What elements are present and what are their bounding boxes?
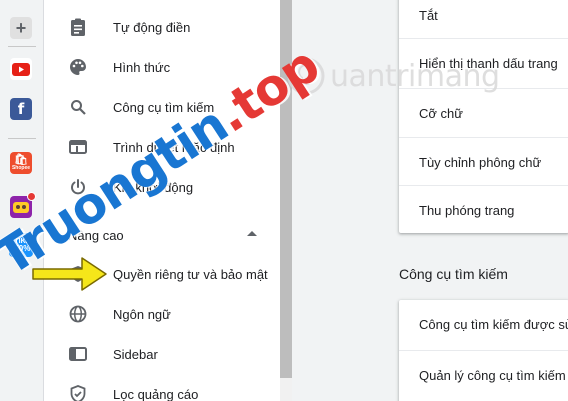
menu-item-ad-block[interactable]: Lọc quảng cáo (44, 374, 280, 401)
row-label: Công cụ tìm kiếm được sử (419, 317, 568, 332)
extension-sidebar-strip: + f 🛍 Shopee TIKI -50% (0, 0, 44, 401)
menu-item-languages[interactable]: Ngôn ngữ (44, 294, 280, 334)
menu-item-label: Sidebar (113, 346, 158, 362)
browser-window-icon (68, 137, 88, 157)
search-engine-card: Công cụ tìm kiếm được sử Quản lý công cụ… (399, 300, 568, 401)
settings-row[interactable]: Thu phóng trang (399, 185, 568, 234)
add-panel-icon[interactable]: + (10, 17, 32, 39)
row-label: Cỡ chữ (419, 105, 463, 121)
menu-item-label: Lọc quảng cáo (113, 386, 199, 401)
clipboard-icon (68, 17, 88, 37)
settings-row[interactable]: Tắt (399, 0, 568, 41)
row-label: Tắt (419, 8, 438, 23)
menu-item-label: Quyền riêng tư và bảo mật (113, 266, 268, 282)
shopee-icon[interactable]: 🛍 Shopee (10, 152, 32, 174)
youtube-icon[interactable] (10, 58, 32, 80)
appearance-settings-card: Tắt Hiển thị thanh dấu trang Cỡ chữ Tùy … (399, 0, 568, 233)
row-label: Thu phóng trang (419, 202, 515, 218)
menu-item-label: Tự động điền (113, 19, 191, 35)
menu-item-label: Hình thức (113, 59, 171, 75)
shopee-label: Shopee (11, 165, 31, 171)
strip-divider (8, 46, 36, 47)
search-icon (68, 97, 88, 117)
settings-row[interactable]: Quản lý công cụ tìm kiếm (399, 350, 568, 399)
shield-check-icon (68, 384, 88, 401)
strip-divider (8, 138, 36, 139)
menu-item-autofill[interactable]: Tự động điền (44, 7, 280, 47)
settings-row[interactable]: Tùy chỉnh phông chữ (399, 137, 568, 186)
watermark-text: uantrimang (330, 58, 500, 94)
settings-row[interactable]: Công cụ tìm kiếm được sử (399, 300, 568, 349)
sidebar-icon (68, 344, 88, 364)
menu-item-sidebar[interactable]: Sidebar (44, 334, 280, 374)
row-label: Tùy chỉnh phông chữ (419, 154, 542, 170)
globe-icon (68, 304, 88, 324)
notification-badge (27, 192, 36, 201)
row-label: Quản lý công cụ tìm kiếm (419, 367, 566, 383)
facebook-icon[interactable]: f (10, 98, 32, 120)
chevron-up-icon[interactable] (247, 231, 257, 236)
menu-item-label: Ngôn ngữ (113, 306, 171, 322)
palette-icon (68, 57, 88, 77)
search-engine-heading: Công cụ tìm kiếm (399, 266, 508, 282)
